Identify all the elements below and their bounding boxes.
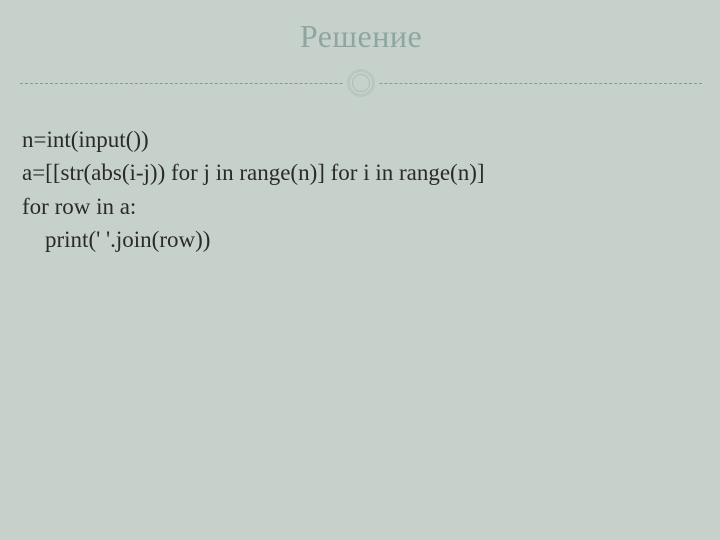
code-line: print(' '.join(row)) [22,223,700,256]
title-divider [20,69,702,97]
ring-icon [347,69,375,97]
code-block: n=int(input()) a=[[str(abs(i-j)) for j i… [20,119,702,256]
code-line: n=int(input()) [22,123,700,156]
slide: Решение n=int(input()) a=[[str(abs(i-j))… [0,0,720,540]
title-block: Решение [20,18,702,97]
code-line: for row in a: [22,190,700,223]
slide-title: Решение [20,18,702,69]
code-line: a=[[str(abs(i-j)) for j in range(n)] for… [22,156,700,189]
